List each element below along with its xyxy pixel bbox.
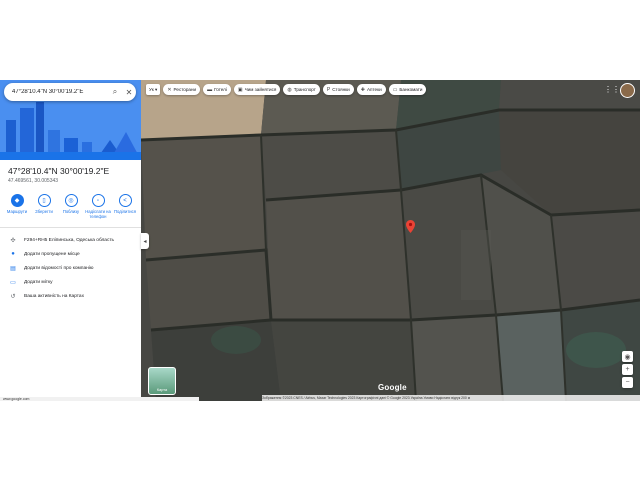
directions-button[interactable]: ◆ Маршрути (4, 194, 30, 219)
chip-restaurants[interactable]: ✕ Ресторани (163, 84, 201, 95)
search-input[interactable]: 47°28'10.4"N 30°00'19.2"E (12, 89, 108, 95)
satellite-imagery (141, 80, 640, 401)
chevron-left-icon: ◂ (143, 238, 147, 245)
place-info-list: ✣ F294+RH5 Еліпинська, Одеська область ●… (8, 233, 138, 303)
chip-parking[interactable]: P Стоянки (322, 84, 354, 95)
map-attribution: Зображення ©2023 CNES / Airbus, Maxar Te… (262, 395, 640, 401)
collapse-panel-button[interactable]: ◂ (141, 233, 149, 249)
plus-icon: + (625, 366, 630, 373)
status-url: www.google.com (0, 397, 199, 401)
parking-icon: P (326, 86, 331, 93)
search-box[interactable]: 47°28'10.4"N 30°00'19.2"E ⌕ ✕ (4, 83, 136, 101)
google-logo: Google (378, 383, 407, 392)
send-to-phone-icon: ▫ (91, 194, 105, 207)
place-decimal-coords: 47.469561, 30.005343 (8, 178, 59, 184)
chip-things-to-do[interactable]: ▣ Чим зайнятися (233, 84, 281, 95)
fork-knife-icon: ✕ (167, 86, 172, 93)
add-place-icon: ● (11, 251, 15, 257)
add-business-icon: ▤ (10, 265, 16, 272)
maps-activity-row[interactable]: ↺ Ваша активність на Картах (8, 289, 138, 303)
maps-window: 47°28'10.4"N 30°00'19.2"E 47.469561, 30.… (0, 80, 640, 401)
place-title: 47°28'10.4"N 30°00'19.2"E (8, 166, 110, 176)
category-chips: Ук ▾ ✕ Ресторани ▬ Готелі ▣ Чим зайнятися ◍… (146, 84, 427, 95)
chevron-down-icon: ▾ (153, 86, 158, 92)
atm-icon: ▭ (392, 86, 398, 93)
add-missing-place-row[interactable]: ● Додати пропущене місце (8, 247, 138, 261)
chip-transit[interactable]: ◍ Транспорт (283, 84, 320, 95)
chip-hotels[interactable]: ▬ Готелі (203, 84, 231, 95)
minus-icon: − (625, 379, 630, 386)
directions-icon: ◆ (10, 194, 24, 207)
chip-pharmacies[interactable]: ✚ Аптеки (356, 84, 386, 95)
chip-atms[interactable]: ▭ Банкомати (388, 84, 427, 95)
place-actions: ◆ Маршрути ▯ Зберегти ◎ Поблизу ▫ Надісл… (4, 194, 138, 219)
close-icon[interactable]: ✕ (122, 88, 136, 97)
plus-code-row[interactable]: ✣ F294+RH5 Еліпинська, Одеська область (8, 233, 138, 247)
pharmacy-icon: ✚ (360, 86, 365, 93)
location-pin-icon[interactable] (406, 220, 415, 238)
label-icon: ▭ (10, 279, 16, 286)
layer-toggle-button[interactable]: Карта (148, 367, 176, 395)
bookmark-icon: ▯ (37, 194, 51, 207)
add-business-row[interactable]: ▤ Додати відомості про компанію (8, 261, 138, 275)
map-controls: ◉ + − (622, 351, 633, 388)
camera-icon: ▣ (237, 86, 243, 93)
zoom-in-button[interactable]: + (622, 364, 633, 375)
share-icon: < (118, 194, 132, 207)
language-chip[interactable]: Ук ▾ (146, 84, 161, 95)
send-to-phone-button[interactable]: ▫ Надіслати на телефон (85, 194, 111, 219)
crosshair-icon: ◉ (624, 353, 631, 361)
plus-code-icon: ✣ (10, 237, 16, 244)
history-icon: ↺ (10, 293, 16, 300)
share-button[interactable]: < Поділитися (112, 194, 138, 219)
search-icon[interactable]: ⌕ (108, 87, 122, 97)
section-divider (0, 227, 141, 228)
avatar[interactable] (620, 83, 635, 98)
transit-icon: ◍ (287, 86, 292, 93)
satellite-map[interactable] (141, 80, 640, 401)
add-label-row[interactable]: ▭ Додати мітку (8, 275, 138, 289)
nearby-icon: ◎ (64, 194, 78, 207)
zoom-out-button[interactable]: − (622, 377, 633, 388)
place-sidebar: 47°28'10.4"N 30°00'19.2"E 47.469561, 30.… (0, 80, 141, 397)
my-location-button[interactable]: ◉ (622, 351, 633, 362)
bed-icon: ▬ (207, 86, 213, 93)
nearby-button[interactable]: ◎ Поблизу (58, 194, 84, 219)
save-button[interactable]: ▯ Зберегти (31, 194, 57, 219)
